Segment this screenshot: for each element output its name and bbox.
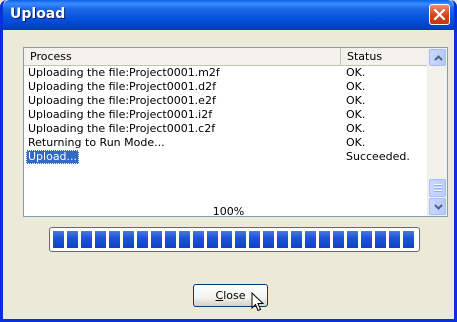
progress-percent-label: 100% [212, 205, 245, 218]
list-item[interactable]: Uploading the file:Project0001.e2f OK. [24, 94, 428, 108]
title-bar[interactable]: Upload [3, 0, 454, 30]
progress-segment [95, 231, 106, 248]
progress-segment [53, 231, 64, 248]
list-item[interactable]: Uploading the file:Project0001.i2f OK. [24, 108, 428, 122]
process-cell: Uploading the file:Project0001.m2f [28, 66, 220, 79]
process-list[interactable]: Process Status Uploading the file:Projec… [23, 47, 448, 217]
progress-segment [361, 231, 372, 248]
progress-segment [375, 231, 386, 248]
process-cell: Uploading the file:Project0001.e2f [28, 94, 216, 107]
status-cell: OK. [346, 94, 366, 107]
process-cell: Returning to Run Mode... [28, 136, 165, 149]
progress-bar [49, 227, 420, 252]
progress-segment [403, 231, 414, 248]
list-item[interactable]: Uploading the file:Project0001.c2f OK. [24, 122, 428, 136]
list-rows: Uploading the file:Project0001.m2f OK. Upl… [24, 66, 428, 164]
status-cell: OK. [346, 122, 366, 135]
process-cell: Uploading the file:Project0001.d2f [28, 80, 217, 93]
scroll-up-button[interactable] [429, 49, 446, 66]
progress-segment [123, 231, 134, 248]
column-header-process[interactable]: Process [24, 48, 341, 65]
progress-segment [263, 231, 274, 248]
progress-segment [67, 231, 78, 248]
progress-segment [109, 231, 120, 248]
progress-segment [137, 231, 148, 248]
progress-segment [165, 231, 176, 248]
thumb-grip [434, 184, 442, 186]
dialog-body: Process Status Uploading the file:Projec… [3, 30, 454, 319]
list-item[interactable]: Returning to Run Mode... OK. [24, 136, 428, 150]
status-cell: OK. [346, 136, 366, 149]
progress-segment [221, 231, 232, 248]
vertical-scrollbar[interactable] [427, 48, 447, 216]
progress-segment [207, 231, 218, 248]
upload-dialog: Upload Process Status Uploading the file… [0, 0, 457, 322]
thumb-grip [434, 190, 442, 192]
progress-segment [235, 231, 246, 248]
mouse-pointer-icon [251, 292, 264, 312]
close-icon [434, 9, 445, 20]
chevron-up-icon [434, 55, 443, 61]
list-item[interactable]: Upload... Succeeded. [24, 150, 428, 164]
progress-segment [305, 231, 316, 248]
scroll-thumb[interactable] [429, 179, 446, 197]
progress-fill [53, 231, 416, 248]
progress-segment [151, 231, 162, 248]
column-header-status[interactable]: Status [341, 48, 428, 65]
progress-segment [193, 231, 204, 248]
progress-segment [389, 231, 400, 248]
window-title: Upload [10, 6, 66, 22]
progress-segment [81, 231, 92, 248]
process-cell: Upload... [26, 150, 80, 164]
thumb-grip [434, 187, 442, 189]
progress-segment [291, 231, 302, 248]
process-cell: Uploading the file:Project0001.c2f [28, 122, 216, 135]
progress-segment [333, 231, 344, 248]
window-close-button[interactable] [429, 4, 450, 25]
progress-segment [277, 231, 288, 248]
list-header: Process Status [24, 48, 428, 66]
progress-segment [249, 231, 260, 248]
close-button-label: lose [223, 289, 246, 302]
list-item[interactable]: Uploading the file:Project0001.m2f OK. [24, 66, 428, 80]
progress-segment [347, 231, 358, 248]
status-cell: OK. [346, 80, 366, 93]
status-cell: Succeeded. [346, 150, 410, 163]
progress-segment [179, 231, 190, 248]
status-cell: OK. [346, 108, 366, 121]
status-cell: OK. [346, 66, 366, 79]
list-item[interactable]: Uploading the file:Project0001.d2f OK. [24, 80, 428, 94]
process-cell: Uploading the file:Project0001.i2f [28, 108, 213, 121]
progress-segment [319, 231, 330, 248]
